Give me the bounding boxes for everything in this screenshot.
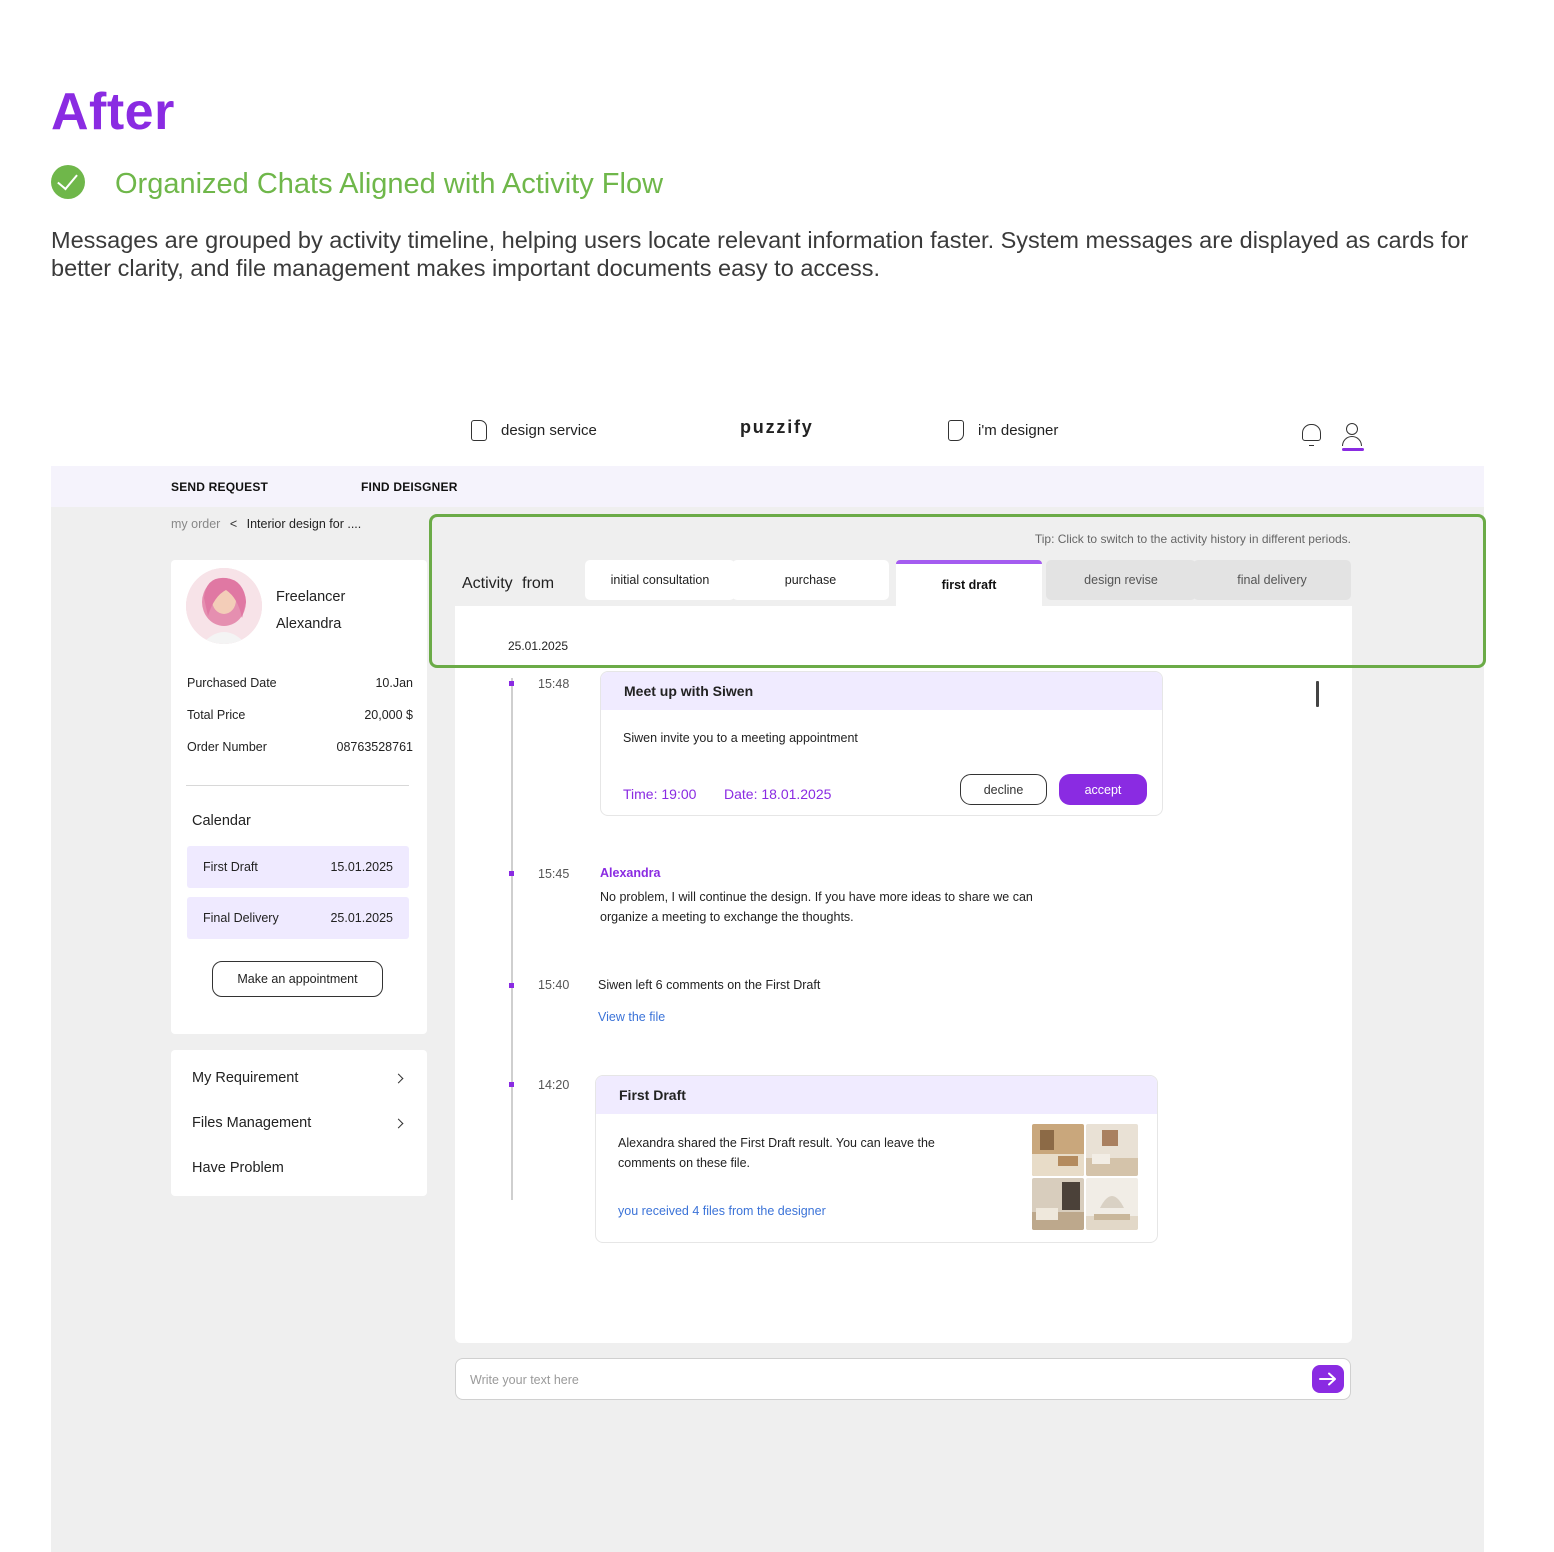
calendar-item-label: First Draft	[203, 860, 258, 874]
menu-item-label: Have Problem	[192, 1160, 284, 1176]
breadcrumb-root[interactable]: my order	[171, 517, 220, 531]
divider	[186, 785, 409, 786]
check-icon	[51, 165, 85, 199]
feature-subtitle: Organized Chats Aligned with Activity Fl…	[115, 168, 664, 200]
find-designer-link[interactable]: FIND DEISGNER	[361, 480, 458, 494]
total-price-label: Total Price	[187, 708, 246, 722]
message-line-2: organize a meeting to exchange the thoug…	[600, 910, 854, 924]
timeline-dot	[509, 983, 514, 988]
decline-button[interactable]: decline	[960, 774, 1047, 805]
view-file-link[interactable]: View the file	[598, 1010, 665, 1024]
highlight-frame	[429, 514, 1486, 668]
draft-line-2: comments on these file.	[618, 1156, 751, 1170]
file-thumbnail[interactable]	[1086, 1178, 1138, 1230]
active-indicator	[1342, 448, 1364, 451]
draft-line-1: Alexandra shared the First Draft result.…	[618, 1136, 935, 1150]
message-input[interactable]	[470, 1370, 1290, 1390]
calendar-item-date: 15.01.2025	[330, 860, 393, 874]
thumbnail-image	[1086, 1178, 1138, 1230]
calendar-item[interactable]: Final Delivery 25.01.2025	[187, 897, 409, 939]
meeting-card-title: Meet up with Siwen	[601, 672, 1162, 710]
order-number-label: Order Number	[187, 740, 267, 754]
file-thumbnail[interactable]	[1032, 1178, 1084, 1230]
nav-design-service[interactable]: design service	[471, 420, 597, 441]
thumbnail-image	[1032, 1178, 1084, 1230]
feature-description: Messages are grouped by activity timelin…	[51, 227, 1469, 281]
profile-name: Alexandra	[276, 616, 342, 632]
calendar-title: Calendar	[192, 813, 251, 829]
document-icon	[471, 420, 487, 441]
brand-logo[interactable]: puzzify	[740, 417, 814, 438]
calendar-item-label: Final Delivery	[203, 911, 279, 925]
send-request-link[interactable]: SEND REQUEST	[171, 480, 268, 494]
avatar	[186, 568, 262, 644]
page-heading: After	[51, 83, 175, 141]
nav-design-service-label: design service	[501, 422, 597, 439]
menu-item-label: Files Management	[192, 1115, 312, 1131]
menu-item-requirement[interactable]: My Requirement	[192, 1070, 406, 1086]
make-appointment-button[interactable]: Make an appointment	[212, 961, 383, 997]
chevron-right-icon	[393, 1073, 404, 1083]
send-button[interactable]	[1312, 1365, 1344, 1393]
purchased-date-value: 10.Jan	[375, 676, 413, 690]
bell-icon[interactable]	[1302, 424, 1321, 446]
arrow-right-icon	[1319, 1372, 1336, 1386]
first-draft-card-title: First Draft	[596, 1076, 1157, 1114]
menu-item-label: My Requirement	[192, 1070, 299, 1086]
purchased-date-label: Purchased Date	[187, 676, 277, 690]
timeline-dot	[509, 681, 514, 686]
profile-role: Freelancer	[276, 589, 346, 605]
timeline-time: 15:48	[538, 677, 570, 691]
order-number-value: 08763528761	[336, 740, 413, 754]
breadcrumb-separator: <	[229, 517, 238, 531]
document-icon	[948, 420, 964, 441]
meeting-body: Siwen invite you to a meeting appointmen…	[623, 731, 858, 745]
thumbnail-image	[1032, 1124, 1084, 1176]
nav-im-designer[interactable]: i'm designer	[948, 420, 1058, 441]
user-icon-body[interactable]	[1342, 436, 1362, 446]
meeting-date: Date: 18.01.2025	[724, 786, 832, 802]
accept-button[interactable]: accept	[1059, 774, 1147, 805]
message-line-1: No problem, I will continue the design. …	[600, 890, 1033, 904]
user-icon[interactable]	[1346, 423, 1358, 435]
calendar-item[interactable]: First Draft 15.01.2025	[187, 846, 409, 888]
timeline-time: 14:20	[538, 1078, 570, 1092]
timeline-dot	[509, 1082, 514, 1087]
nav-im-designer-label: i'm designer	[978, 422, 1059, 439]
timeline-time: 15:40	[538, 978, 570, 992]
menu-item-problem[interactable]: Have Problem	[192, 1160, 406, 1176]
comments-event-text: Siwen left 6 comments on the First Draft	[598, 978, 821, 992]
timeline-time: 15:45	[538, 867, 570, 881]
breadcrumb-current: Interior design for ....	[246, 517, 362, 531]
file-thumbnail[interactable]	[1086, 1124, 1138, 1176]
avatar-illustration	[186, 568, 262, 644]
file-thumbnail[interactable]	[1032, 1124, 1084, 1176]
received-files-link[interactable]: you received 4 files from the designer	[618, 1204, 826, 1218]
message-sender: Alexandra	[600, 866, 661, 880]
timeline-line	[511, 678, 513, 1200]
breadcrumb: my order < Interior design for ....	[171, 517, 361, 531]
total-price-value: 20,000 $	[364, 708, 413, 722]
scrollbar[interactable]	[1316, 681, 1319, 707]
menu-item-files[interactable]: Files Management	[192, 1115, 406, 1131]
calendar-item-date: 25.01.2025	[330, 911, 393, 925]
chevron-right-icon	[393, 1118, 404, 1128]
message-composer	[455, 1358, 1351, 1400]
meeting-time: Time: 19:00	[623, 786, 697, 802]
timeline-dot	[509, 871, 514, 876]
thumbnail-image	[1086, 1124, 1138, 1176]
